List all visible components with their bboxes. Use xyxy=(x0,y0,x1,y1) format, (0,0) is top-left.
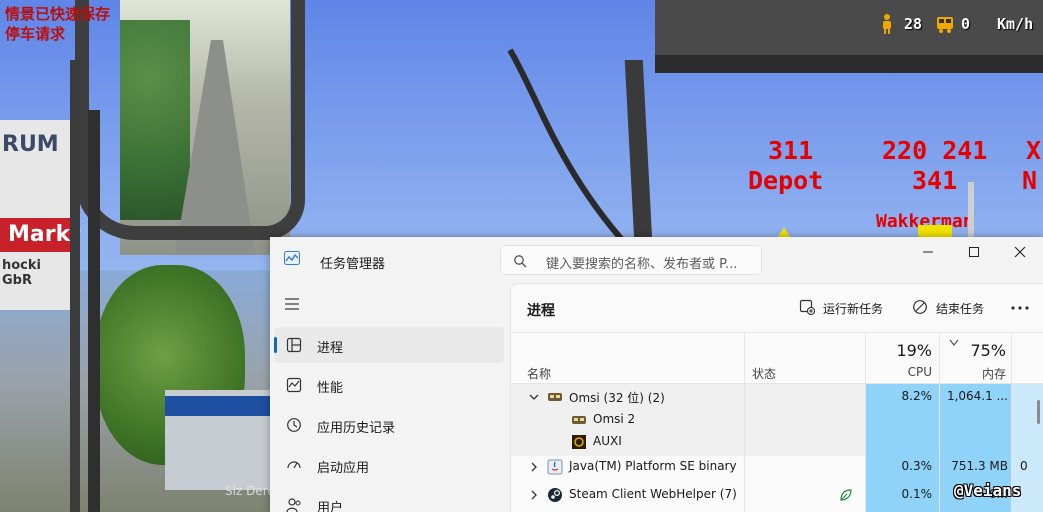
sign1-destination: Depot xyxy=(748,166,824,195)
table-header: 名称 状态 19% CPU 75% 内存 xyxy=(511,332,1043,384)
process-cpu: 8.2% xyxy=(901,389,933,403)
bus-stop-icon xyxy=(937,17,953,33)
process-memory: 1,064.1 ... xyxy=(946,389,1008,403)
cpu-total[interactable]: 19% xyxy=(866,341,932,360)
process-name: Omsi (32 位) (2) xyxy=(569,391,665,405)
minimize-icon xyxy=(923,251,933,253)
active-indicator xyxy=(274,337,277,353)
table-row[interactable]: Omsi 2 xyxy=(511,408,1043,432)
side-mirror-frame xyxy=(75,0,305,240)
bus-app-icon xyxy=(548,393,562,401)
page-title: 进程 xyxy=(527,303,555,319)
process-cpu: 0.3% xyxy=(901,459,933,473)
process-memory: 751.3 MB xyxy=(951,459,1008,473)
nav-label: 用户 xyxy=(317,501,344,512)
processes-panel: 进程 运行新任务 结束任务 名称 状态 19% CPU 75% 内存 Omsi … xyxy=(510,283,1043,512)
run-new-task-button[interactable]: 运行新任务 xyxy=(799,298,899,318)
passenger-icon xyxy=(883,14,891,34)
billboard-title: RUM xyxy=(2,132,59,157)
bus-roof-edge xyxy=(655,55,1043,73)
scrollbar-thumb[interactable] xyxy=(1037,400,1040,424)
steam-icon xyxy=(548,488,562,502)
end-task-icon xyxy=(913,300,927,314)
column-header-memory[interactable]: 内存 xyxy=(940,365,1006,382)
nav-label: 启动应用 xyxy=(317,461,370,476)
nav-label: 应用历史记录 xyxy=(317,421,396,436)
nav-label: 性能 xyxy=(317,381,344,396)
table-row[interactable]: Java(TM) Platform SE binary 0.3% 751.3 M… xyxy=(511,455,1043,479)
more-options-icon[interactable] xyxy=(1009,298,1031,318)
sign-post xyxy=(968,182,974,238)
billboard-company: hocki GbR xyxy=(2,258,41,288)
hamburger-menu-icon[interactable] xyxy=(284,297,300,311)
table-row[interactable]: AUXI xyxy=(511,430,1043,454)
sign2-line-b: 341 xyxy=(912,166,958,195)
window-title: 任务管理器 xyxy=(320,257,386,272)
stop-count: 0 xyxy=(961,15,971,33)
nav-label: 进程 xyxy=(317,341,344,356)
column-header-status[interactable]: 状态 xyxy=(752,365,776,382)
bus-roof-panel xyxy=(655,0,1043,55)
nav-item-startup[interactable]: 启动应用 xyxy=(274,447,504,483)
performance-icon xyxy=(286,377,302,393)
search-icon xyxy=(514,255,527,268)
process-name: Omsi 2 xyxy=(593,412,636,426)
app-history-icon xyxy=(287,418,301,432)
bus-app-icon xyxy=(572,416,586,424)
billboard-building: RUM Markt hocki GbR xyxy=(0,120,81,310)
billboard-market: Markt xyxy=(0,218,81,252)
speed-unit: Km/h xyxy=(997,15,1034,33)
close-icon xyxy=(1014,246,1026,258)
mirror-arm xyxy=(88,110,100,512)
process-extra-column: 0 xyxy=(1020,459,1028,473)
nav-item-performance[interactable]: 性能 xyxy=(274,367,504,403)
navigation-pane: 进程 性能 应用历史记录 启动应用 用户 xyxy=(270,283,510,512)
task-manager-icon xyxy=(284,251,300,265)
run-new-task-label: 运行新任务 xyxy=(823,302,884,316)
watermark: @Veians xyxy=(954,481,1022,500)
chevron-right-icon[interactable] xyxy=(529,490,539,500)
passenger-count: 28 xyxy=(904,15,923,33)
column-header-cpu[interactable]: CPU xyxy=(866,365,932,379)
users-icon xyxy=(286,498,301,512)
table-row[interactable]: Omsi (32 位) (2) 8.2% 1,064.1 ... xyxy=(511,385,1043,409)
chevron-right-icon[interactable] xyxy=(529,462,539,472)
sign3-b: N xyxy=(1022,166,1038,195)
sign1-line: 311 xyxy=(768,136,814,165)
maximize-button[interactable] xyxy=(951,237,997,267)
run-new-task-icon xyxy=(799,299,815,315)
chevron-down-icon[interactable] xyxy=(529,392,539,402)
process-cpu: 0.1% xyxy=(901,487,933,501)
close-button[interactable] xyxy=(997,237,1043,267)
station-building xyxy=(165,390,270,490)
column-header-name[interactable]: 名称 xyxy=(527,365,551,382)
process-name: Java(TM) Platform SE binary xyxy=(569,459,737,473)
startup-icon xyxy=(287,461,301,469)
nav-item-app-history[interactable]: 应用历史记录 xyxy=(274,407,504,443)
minimize-button[interactable] xyxy=(905,237,951,267)
lamp-pole xyxy=(70,60,80,512)
memory-total[interactable]: 75% xyxy=(940,341,1006,360)
process-name: AUXI xyxy=(593,434,622,448)
title-bar[interactable]: 任务管理器 键入要搜索的名称、发布者或 P... xyxy=(270,237,1043,283)
auxi-icon xyxy=(572,435,586,449)
sign3-a: X xyxy=(1026,136,1042,165)
sign2-line: 220 241 xyxy=(882,136,988,165)
task-manager-window: 任务管理器 键入要搜索的名称、发布者或 P... 进程 性能 应用历史记录 启动… xyxy=(270,237,1043,512)
stop-request-message: 停车请求 xyxy=(5,25,66,43)
maximize-icon xyxy=(969,247,979,257)
quicksave-message: 情景已快速保存 xyxy=(5,5,111,23)
end-task-label: 结束任务 xyxy=(936,302,985,316)
search-input[interactable]: 键入要搜索的名称、发布者或 P... xyxy=(500,245,762,275)
process-name: Steam Client WebHelper (7) xyxy=(569,487,737,501)
nav-item-users[interactable]: 用户 xyxy=(274,487,504,512)
efficiency-leaf-icon xyxy=(840,489,852,501)
processes-icon xyxy=(286,337,302,353)
nav-item-processes[interactable]: 进程 xyxy=(274,327,504,363)
search-placeholder: 键入要搜索的名称、发布者或 P... xyxy=(546,257,738,272)
end-task-button[interactable]: 结束任务 xyxy=(912,298,998,318)
java-icon xyxy=(547,459,563,475)
